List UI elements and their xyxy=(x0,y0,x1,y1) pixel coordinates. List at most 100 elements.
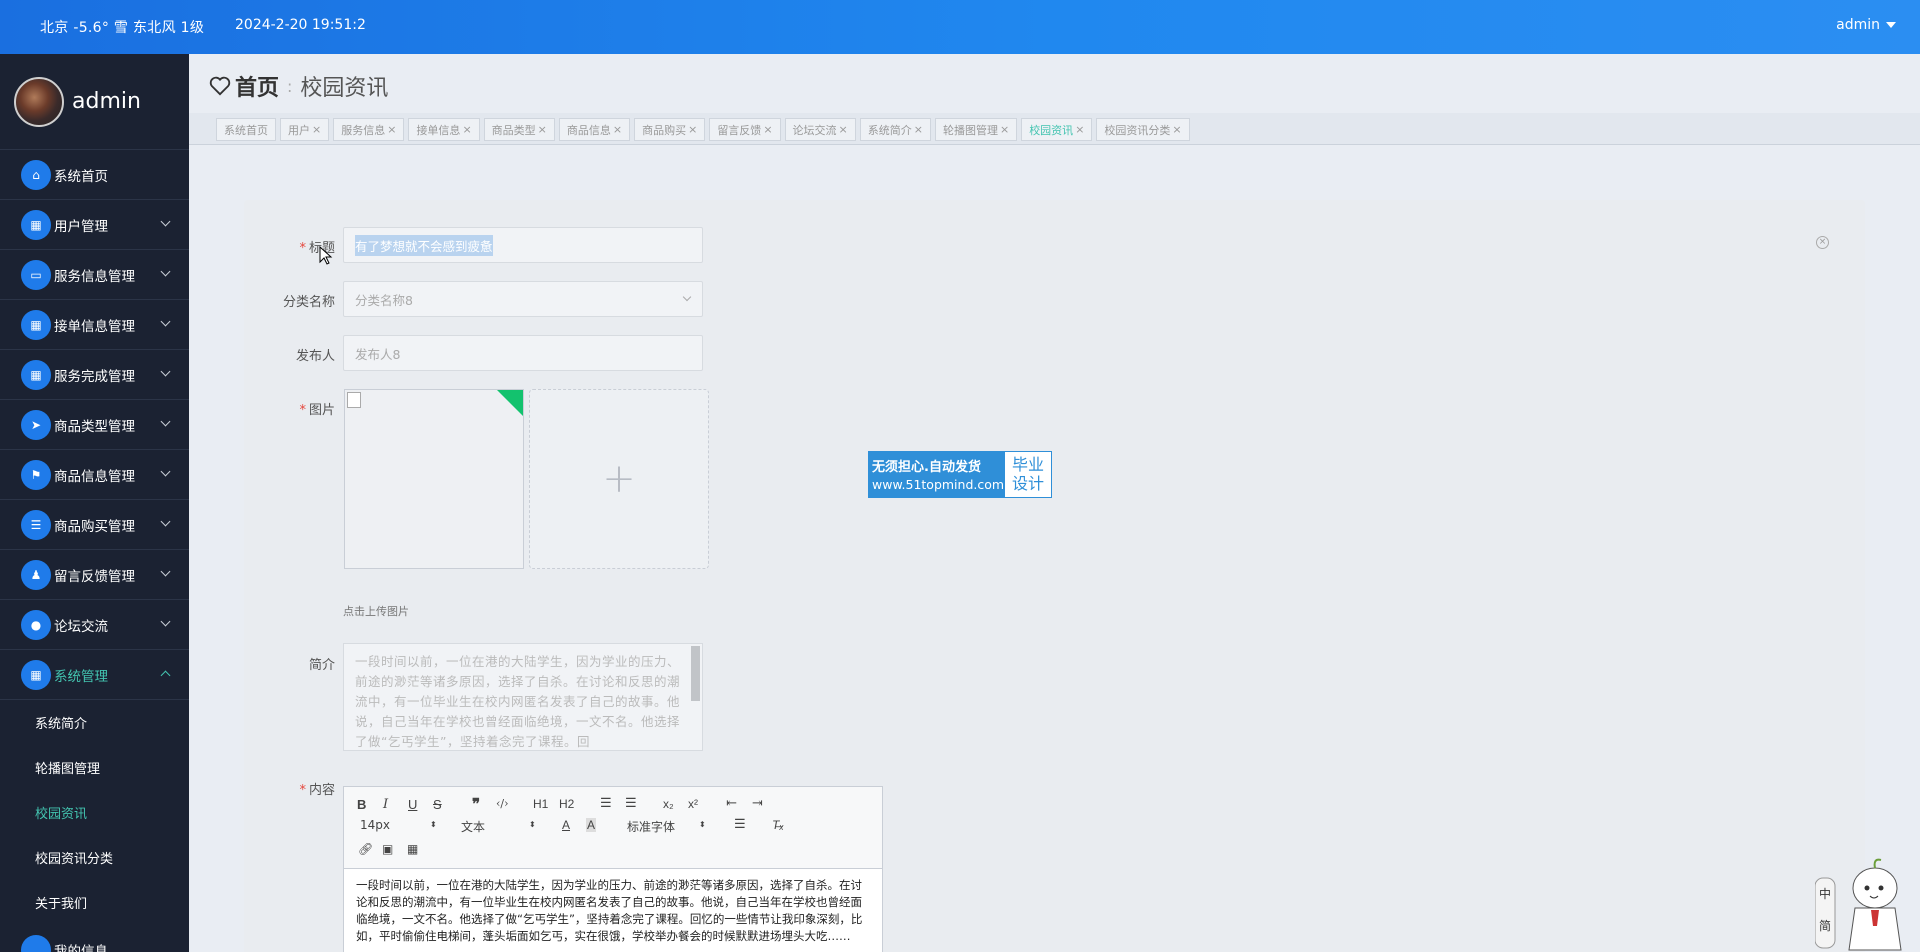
tab-close-icon[interactable]: × xyxy=(688,123,697,136)
font-color-button[interactable]: A xyxy=(562,818,570,832)
chevron-down-icon xyxy=(160,466,171,477)
sidebar-subitem[interactable]: 校园资讯 xyxy=(0,790,189,835)
sidebar-item[interactable]: ⌂ 系统首页 xyxy=(0,150,189,200)
sidebar-item[interactable]: ⚑ 商品信息管理 xyxy=(0,450,189,500)
sidebar-item-label: 论坛交流 xyxy=(54,618,108,635)
italic-button[interactable]: I xyxy=(383,797,388,812)
clear-format-icon[interactable]: T̶ₓ xyxy=(772,818,784,832)
weather-info: 北京 -5.6° 雪 东北风 1级 xyxy=(40,20,205,36)
tab-label: 留言反馈 xyxy=(717,123,762,137)
editor-content[interactable]: 一段时间以前，一位在港的大陆学生，因为学业的压力、前途的渺茫等诸多原因，选择了自… xyxy=(344,869,882,952)
summary-textarea[interactable]: 一段时间以前，一位在港的大陆学生，因为学业的压力、前途的渺茫等诸多原因，选择了自… xyxy=(343,643,703,751)
tab-close-icon[interactable]: × xyxy=(538,123,547,136)
superscript-button[interactable]: x² xyxy=(688,797,698,811)
tab[interactable]: 商品信息 × xyxy=(558,118,631,141)
font-family-select[interactable]: 标准字体 ⬍ xyxy=(627,818,706,835)
sidebar-item[interactable]: ➤ 商品类型管理 xyxy=(0,400,189,450)
sidebar-item-partial[interactable]: 我的信息 xyxy=(0,925,189,952)
sidebar-item[interactable]: ▦ 用户管理 xyxy=(0,200,189,250)
underline-button[interactable]: U xyxy=(408,797,417,812)
tab-close-icon[interactable]: × xyxy=(839,123,848,136)
header-select[interactable]: 文本 ⬍ xyxy=(461,818,536,835)
sidebar-item[interactable]: ▦ 服务完成管理 xyxy=(0,350,189,400)
top-bar: 北京 -5.6° 雪 东北风 1级 2024-2-20 19:51:2 admi… xyxy=(0,0,1920,54)
subscript-button[interactable]: x₂ xyxy=(663,797,674,811)
user-menu[interactable]: admin xyxy=(1836,17,1896,33)
tab[interactable]: 用户 × xyxy=(280,118,330,141)
tab-close-icon[interactable]: × xyxy=(1075,123,1084,136)
tab[interactable]: 校园资讯分类 × xyxy=(1096,118,1190,141)
category-select[interactable]: 分类名称8 xyxy=(343,281,703,317)
breadcrumb-current: 校园资讯 xyxy=(300,76,389,101)
image-label: * 图片 xyxy=(299,403,335,418)
chevron-down-icon xyxy=(160,616,171,627)
tab[interactable]: 校园资讯 × xyxy=(1021,118,1093,141)
tab[interactable]: 商品类型 × xyxy=(483,118,555,141)
broken-image-icon xyxy=(347,392,361,408)
plus-icon: + xyxy=(602,456,636,502)
tab[interactable]: 系统简介 × xyxy=(859,118,931,141)
bold-button[interactable]: B xyxy=(357,797,366,812)
blockquote-button[interactable]: ❞ xyxy=(472,795,480,813)
sidebar-item[interactable]: ● 论坛交流 xyxy=(0,600,189,650)
tab-close-icon[interactable]: × xyxy=(613,123,622,136)
uploaded-image[interactable] xyxy=(344,389,524,569)
sidebar-item[interactable]: ▦ 系统管理 xyxy=(0,650,189,700)
home-icon: ⌂ xyxy=(21,159,51,190)
tab-close-icon[interactable]: × xyxy=(914,123,923,136)
upload-image-button[interactable]: + xyxy=(529,389,709,569)
sidebar-item[interactable]: ▦ 接单信息管理 xyxy=(0,300,189,350)
publisher-input-value: 发布人8 xyxy=(355,346,401,362)
close-icon[interactable]: × xyxy=(1816,236,1829,249)
mascot-widget[interactable]: 中 简 xyxy=(1815,858,1915,952)
ordered-list-icon[interactable]: ☰ xyxy=(600,796,612,811)
link-icon[interactable]: 🔗︎ xyxy=(358,842,373,856)
sidebar-item-label: 用户管理 xyxy=(54,218,108,235)
tab-close-icon[interactable]: × xyxy=(387,123,396,136)
textarea-scrollbar[interactable] xyxy=(691,646,700,701)
tab[interactable]: 留言反馈 × xyxy=(709,118,781,141)
sidebar-item-label: 商品信息管理 xyxy=(54,468,135,485)
tab[interactable]: 系统首页 xyxy=(216,118,276,141)
tab-label: 系统首页 xyxy=(224,123,268,137)
sidebar-item[interactable]: ▭ 服务信息管理 xyxy=(0,250,189,300)
sidebar-item-label: 服务信息管理 xyxy=(54,268,135,285)
tab-close-icon[interactable]: × xyxy=(312,123,321,136)
sidebar-item[interactable]: ☰ 商品购买管理 xyxy=(0,500,189,550)
strike-button[interactable]: S xyxy=(433,797,442,812)
video-icon[interactable]: ▦ xyxy=(407,842,418,856)
outdent-icon[interactable]: ⇤ xyxy=(726,796,737,811)
sidebar-subitem[interactable]: 系统简介 xyxy=(0,700,189,745)
tab-close-icon[interactable]: × xyxy=(763,123,772,136)
tab[interactable]: 论坛交流 × xyxy=(784,118,856,141)
breadcrumb-home[interactable]: 首页 xyxy=(235,70,279,102)
tab[interactable]: 接单信息 × xyxy=(408,118,480,141)
tab[interactable]: 轮播图管理 × xyxy=(934,118,1018,141)
h2-button[interactable]: H2 xyxy=(559,797,574,811)
background-color-button[interactable]: A xyxy=(586,818,597,832)
sidebar-item-label: 我的信息 xyxy=(54,943,108,952)
sidebar-item-label: 留言反馈管理 xyxy=(54,568,135,585)
tab-label: 论坛交流 xyxy=(792,123,837,137)
sidebar-subitem[interactable]: 校园资讯分类 xyxy=(0,835,189,880)
sidebar-subitem[interactable]: 关于我们 xyxy=(0,880,189,925)
chevron-up-icon xyxy=(160,670,171,681)
tab-bar: 系统首页 用户 × 服务信息 × 接单信息 × 商品类型 × 商品信息 × 商品购买 × 留言反馈 × 论坛交… xyxy=(189,113,1920,145)
image-icon[interactable]: ▣ xyxy=(382,842,393,856)
tab-close-icon[interactable]: × xyxy=(1000,123,1009,136)
tab-close-icon[interactable]: × xyxy=(462,123,471,136)
font-size-select[interactable]: 14px ⬍ xyxy=(360,818,437,832)
h1-button[interactable]: H1 xyxy=(533,797,548,811)
bullet-list-icon[interactable]: ☰ xyxy=(625,796,637,811)
code-block-button[interactable]: ‹/› xyxy=(496,797,509,810)
align-icon[interactable]: ☰ xyxy=(734,817,746,832)
content-label: * 内容 xyxy=(299,783,335,798)
sidebar-item[interactable]: ♟ 留言反馈管理 xyxy=(0,550,189,600)
title-input[interactable]: 有了梦想就不会感到疲惫 xyxy=(343,227,703,263)
indent-icon[interactable]: ⇥ xyxy=(752,796,763,811)
sidebar-subitem[interactable]: 轮播图管理 xyxy=(0,745,189,790)
tab-close-icon[interactable]: × xyxy=(1172,123,1181,136)
tab[interactable]: 服务信息 × xyxy=(333,118,405,141)
publisher-input[interactable]: 发布人8 xyxy=(343,335,703,371)
tab[interactable]: 商品购买 × xyxy=(634,118,706,141)
